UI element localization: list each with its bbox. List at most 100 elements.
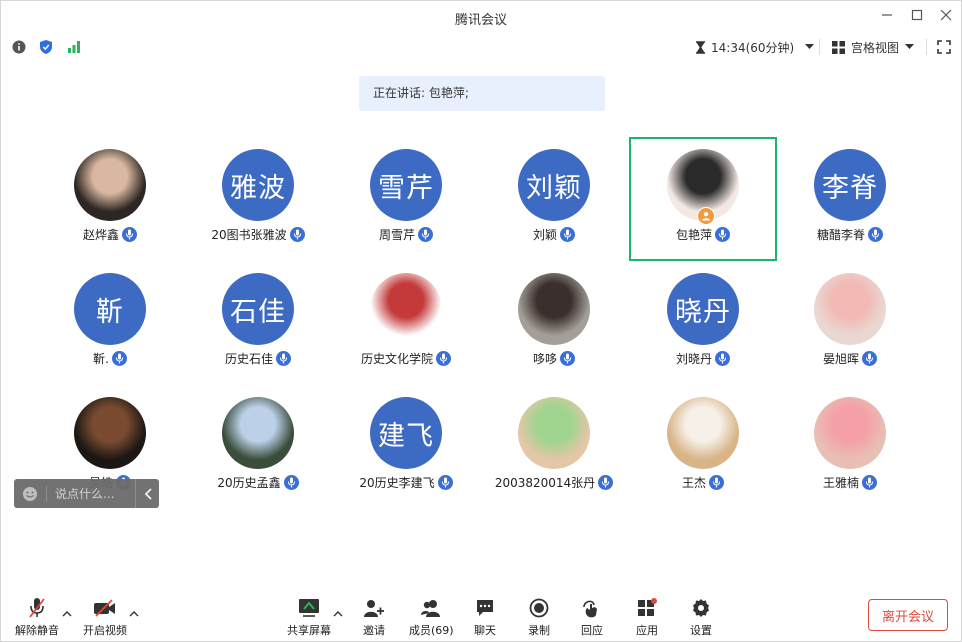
apps-button[interactable]: 应用: [635, 597, 659, 638]
unmute-button[interactable]: 解除静音: [15, 597, 59, 638]
participant-name: 20历史孟鑫: [217, 476, 281, 490]
participant-tile[interactable]: 建飞 20历史李建飞: [332, 385, 480, 509]
participant-name: 2003820014张丹: [494, 476, 596, 490]
participant-tile[interactable]: 赵烨鑫: [36, 137, 184, 261]
avatar: 刘颖: [518, 149, 590, 221]
participant-tile[interactable]: 哆哆: [480, 261, 628, 385]
avatar-initials: 靳: [96, 296, 124, 328]
avatar: 雅波: [222, 149, 294, 221]
active-speaker-banner: 正在讲话: 包艳萍;: [359, 76, 605, 111]
participant-name-row: 刘晓丹: [629, 350, 777, 367]
participant-tile[interactable]: 李脊 糖醋李脊: [776, 137, 924, 261]
start-video-label: 开启视频: [83, 624, 127, 637]
mic-icon: [289, 227, 305, 242]
participant-tile[interactable]: 晏旭晖: [776, 261, 924, 385]
divider: [819, 39, 820, 55]
chat-icon: [477, 600, 493, 616]
members-button[interactable]: 成员(69): [409, 597, 454, 638]
participant-tile[interactable]: 石佳 历史石佳: [184, 261, 332, 385]
participant-tile[interactable]: 雅波 20图书张雅波: [184, 137, 332, 261]
mic-icon: [862, 351, 877, 366]
record-icon: [529, 598, 549, 618]
network-signal-button[interactable]: [67, 37, 81, 57]
raise-hand-icon: [583, 600, 597, 618]
audio-options-button[interactable]: [62, 609, 72, 620]
participant-tile[interactable]: 2003820014张丹: [480, 385, 628, 509]
person-icon: [702, 212, 710, 221]
fullscreen-icon: [937, 40, 951, 54]
mic-muted-icon: [29, 598, 45, 618]
participant-tile[interactable]: 历史文化学院: [332, 261, 480, 385]
mic-icon: [715, 351, 730, 366]
minimize-button[interactable]: [877, 7, 897, 27]
participant-name-row: 靳.: [36, 350, 184, 367]
avatar: 建飞: [370, 397, 442, 469]
video-options-button[interactable]: [129, 609, 139, 620]
participant-name: 赵烨鑫: [82, 228, 119, 242]
participant-tile[interactable]: 靳靳.: [36, 261, 184, 385]
participant-name: 20图书张雅波: [211, 228, 287, 242]
participant-tile[interactable]: 包艳萍: [629, 137, 777, 261]
start-video-button[interactable]: 开启视频: [83, 597, 127, 638]
participant-name-row: 20历史孟鑫: [184, 474, 332, 491]
info-button[interactable]: [12, 37, 26, 57]
avatar: [667, 397, 739, 469]
security-button[interactable]: [39, 37, 53, 57]
participant-name-row: 历史石佳: [184, 350, 332, 367]
participant-tile[interactable]: 20历史孟鑫: [184, 385, 332, 509]
avatar-initials: 李脊: [822, 172, 878, 204]
leave-meeting-button[interactable]: 离开会议: [868, 599, 948, 631]
divider: [46, 485, 47, 502]
mic-icon: [598, 475, 614, 490]
quick-chat-popup[interactable]: 说点什么...: [14, 479, 159, 508]
chat-input[interactable]: 说点什么...: [55, 485, 131, 502]
view-mode-label: 宫格视图: [851, 40, 900, 55]
emoji-icon[interactable]: [22, 486, 38, 502]
avatar: [370, 273, 442, 345]
avatar-initials: 雪芹: [378, 172, 434, 204]
participant-tile[interactable]: 雪芹 周雪芹: [332, 137, 480, 261]
avatar: [74, 397, 146, 469]
maximize-button[interactable]: [907, 7, 927, 27]
participant-tile[interactable]: 王雅楠: [776, 385, 924, 509]
participant-tile[interactable]: 王杰: [629, 385, 777, 509]
avatar: [518, 397, 590, 469]
settings-button[interactable]: 设置: [689, 597, 713, 638]
meeting-timer[interactable]: 14:34(60分钟): [695, 37, 815, 57]
share-options-button[interactable]: [333, 609, 343, 620]
hourglass-icon: [696, 40, 705, 54]
participant-name: 历史石佳: [224, 352, 273, 366]
window-title: 腾讯会议: [454, 13, 507, 28]
avatar: 石佳: [222, 273, 294, 345]
participant-tile[interactable]: 晓丹 刘晓丹: [629, 261, 777, 385]
divider: [135, 479, 136, 508]
share-screen-button[interactable]: 共享屏幕: [287, 597, 331, 638]
participant-tile[interactable]: 刘颖 刘颖: [480, 137, 628, 261]
close-button[interactable]: [936, 7, 956, 27]
mic-icon: [862, 475, 877, 490]
mic-icon: [283, 475, 299, 490]
divider: [926, 39, 927, 55]
avatar-initials: 雅波: [230, 172, 286, 204]
timer-text: 14:34(60分钟): [711, 40, 795, 55]
share-screen-label: 共享屏幕: [287, 624, 331, 637]
react-button[interactable]: 回应: [580, 597, 604, 638]
record-button[interactable]: 录制: [527, 597, 551, 638]
chevron-left-icon[interactable]: [144, 487, 154, 500]
fullscreen-button[interactable]: [937, 37, 951, 57]
mic-icon: [437, 475, 453, 490]
avatar: [74, 149, 146, 221]
participant-name: 历史文化学院: [360, 352, 433, 366]
chat-button[interactable]: 聊天: [473, 597, 497, 638]
participant-name-row: 王雅楠: [776, 474, 924, 491]
close-icon: [940, 9, 952, 21]
chevron-up-icon: [62, 611, 72, 617]
mic-icon: [709, 475, 724, 490]
avatar: 雪芹: [370, 149, 442, 221]
participant-name: 晏旭晖: [822, 352, 859, 366]
invite-label: 邀请: [363, 624, 385, 637]
view-mode-button[interactable]: 宫格视图: [832, 37, 915, 57]
participant-name: 王杰: [681, 476, 706, 490]
invite-button[interactable]: 邀请: [362, 597, 386, 638]
mic-icon: [276, 351, 291, 366]
